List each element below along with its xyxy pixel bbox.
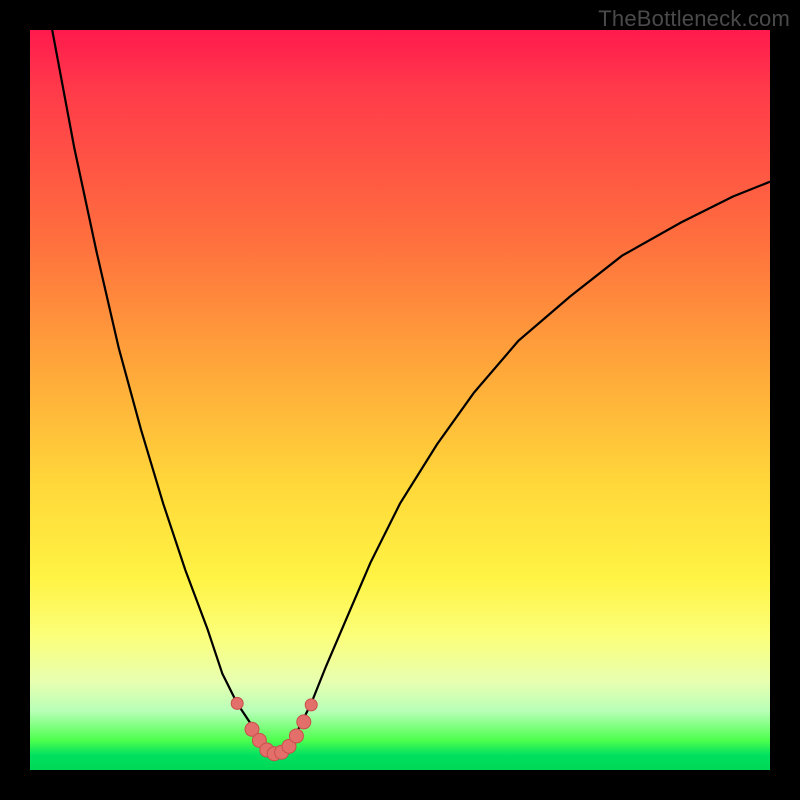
curve-path [30,0,770,757]
chart-frame: TheBottleneck.com [0,0,800,800]
curve-marker [231,697,243,709]
curve-marker [297,715,311,729]
curve-marker [289,729,303,743]
bottleneck-curve [30,30,770,770]
plot-area [30,30,770,770]
curve-markers [231,697,317,760]
watermark-text: TheBottleneck.com [598,6,790,32]
curve-marker [305,699,317,711]
